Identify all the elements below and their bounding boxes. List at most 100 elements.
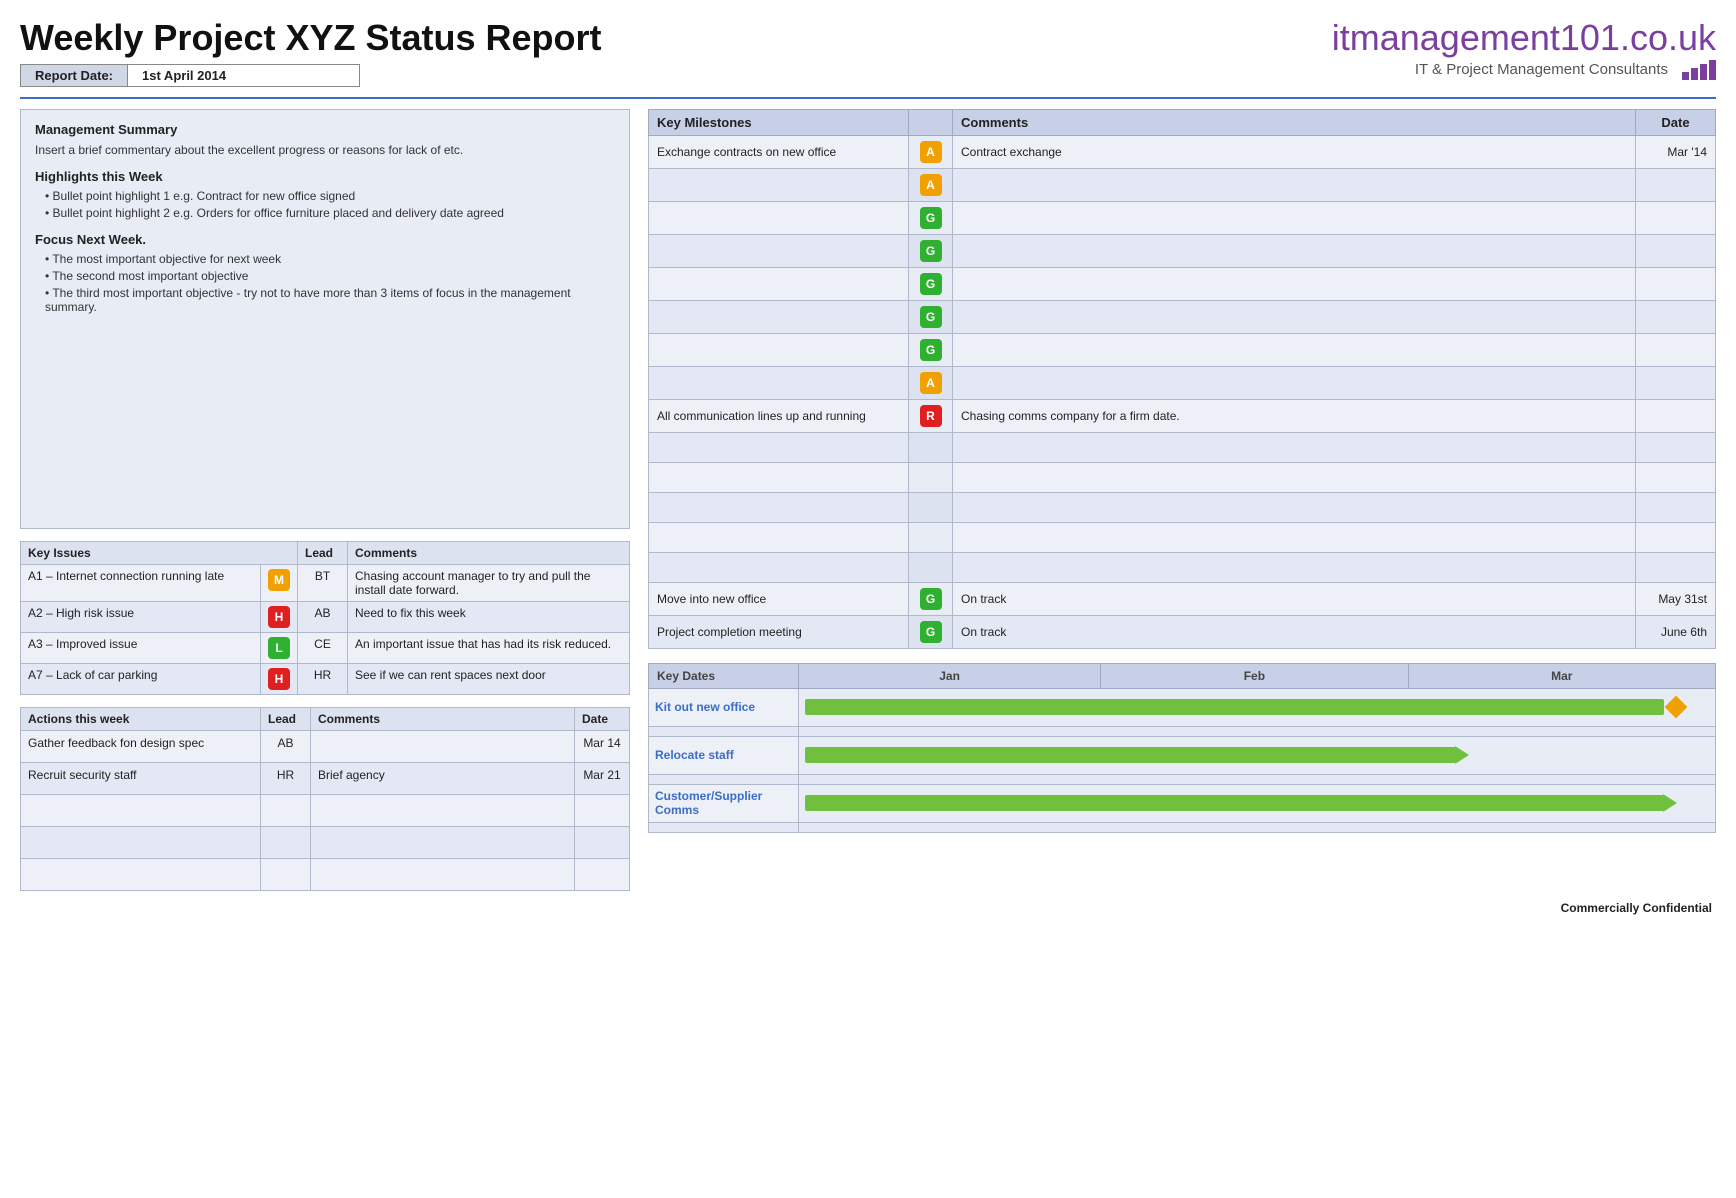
table-row: Recruit security staff HR Brief agency M… bbox=[21, 762, 630, 794]
table-row: A3 – Improved issue L CE An important is… bbox=[21, 632, 630, 663]
table-row: G bbox=[649, 333, 1716, 366]
milestone-comment: On track bbox=[953, 615, 1636, 648]
milestone-name bbox=[649, 552, 909, 582]
gantt-sub-row bbox=[649, 774, 1716, 784]
issue-lead: BT bbox=[298, 564, 348, 601]
milestones-header: Key Milestones bbox=[649, 109, 909, 135]
milestone-date: June 6th bbox=[1636, 615, 1716, 648]
focus-list: The most important objective for next we… bbox=[35, 252, 615, 314]
table-row bbox=[649, 432, 1716, 462]
table-row: A bbox=[649, 168, 1716, 201]
milestone-badge-cell: G bbox=[909, 333, 953, 366]
milestone-date bbox=[1636, 462, 1716, 492]
milestone-badge: A bbox=[920, 141, 942, 163]
milestone-badge-cell bbox=[909, 552, 953, 582]
gantt-section: Key Dates Jan Feb Mar Kit out new office… bbox=[648, 663, 1716, 833]
gantt-row-label: Kit out new office bbox=[649, 688, 799, 726]
milestone-comment bbox=[953, 234, 1636, 267]
milestone-badge-cell bbox=[909, 492, 953, 522]
action-comment bbox=[311, 730, 575, 762]
gantt-bar-cell bbox=[799, 784, 1716, 822]
milestone-badge: G bbox=[920, 339, 942, 361]
table-row: A7 – Lack of car parking H HR See if we … bbox=[21, 663, 630, 694]
list-item: The most important objective for next we… bbox=[45, 252, 615, 266]
milestones-date-header: Date bbox=[1636, 109, 1716, 135]
milestone-badge-cell: G bbox=[909, 615, 953, 648]
milestone-date bbox=[1636, 399, 1716, 432]
action-lead bbox=[261, 794, 311, 826]
gantt-key-dates-header: Key Dates bbox=[649, 663, 799, 688]
issue-comment: An important issue that has had its risk… bbox=[348, 632, 630, 663]
milestone-comment bbox=[953, 333, 1636, 366]
gantt-sub-row bbox=[649, 726, 1716, 736]
list-item: Bullet point highlight 2 e.g. Orders for… bbox=[45, 206, 615, 220]
gantt-mar-header: Mar bbox=[1408, 663, 1715, 688]
action-name: Recruit security staff bbox=[21, 762, 261, 794]
actions-table: Actions this week Lead Comments Date Gat… bbox=[20, 707, 630, 891]
actions-lead-header: Lead bbox=[261, 707, 311, 730]
action-name bbox=[21, 858, 261, 890]
milestone-badge-cell: R bbox=[909, 399, 953, 432]
milestone-name bbox=[649, 522, 909, 552]
gantt-bar-cell bbox=[799, 688, 1716, 726]
milestone-badge: G bbox=[920, 621, 942, 643]
issue-name: A1 – Internet connection running late bbox=[21, 564, 261, 601]
gantt-bar-cell bbox=[799, 736, 1716, 774]
action-date: Mar 21 bbox=[575, 762, 630, 794]
milestone-name bbox=[649, 366, 909, 399]
right-column: Key Milestones Comments Date Exchange co… bbox=[648, 109, 1716, 833]
milestone-name bbox=[649, 333, 909, 366]
action-name bbox=[21, 826, 261, 858]
milestones-status-header bbox=[909, 109, 953, 135]
gantt-arrow bbox=[1663, 794, 1677, 812]
milestone-badge: A bbox=[920, 372, 942, 394]
table-row bbox=[649, 552, 1716, 582]
milestone-comment bbox=[953, 432, 1636, 462]
milestone-comment: Chasing comms company for a firm date. bbox=[953, 399, 1636, 432]
milestone-comment bbox=[953, 300, 1636, 333]
milestone-badge: G bbox=[920, 240, 942, 262]
milestone-date bbox=[1636, 267, 1716, 300]
page: Weekly Project XYZ Status Report Report … bbox=[0, 0, 1736, 1198]
issue-name: A7 – Lack of car parking bbox=[21, 663, 261, 694]
bar-chart-icon bbox=[1682, 60, 1716, 80]
action-date bbox=[575, 794, 630, 826]
issue-name: A3 – Improved issue bbox=[21, 632, 261, 663]
left-column: Management Summary Insert a brief commen… bbox=[20, 109, 630, 891]
milestones-body: Exchange contracts on new office A Contr… bbox=[649, 135, 1716, 648]
report-date-label: Report Date: bbox=[21, 65, 128, 86]
action-date: Mar 14 bbox=[575, 730, 630, 762]
milestone-badge: G bbox=[920, 273, 942, 295]
main-content: Management Summary Insert a brief commen… bbox=[20, 109, 1716, 891]
action-lead bbox=[261, 858, 311, 890]
key-issues-table: Key Issues Lead Comments A1 – Internet c… bbox=[20, 541, 630, 695]
milestone-name: Move into new office bbox=[649, 582, 909, 615]
table-row: G bbox=[649, 201, 1716, 234]
report-date-row: Report Date: 1st April 2014 bbox=[20, 64, 360, 87]
milestone-name bbox=[649, 234, 909, 267]
table-row: Project completion meeting G On track Ju… bbox=[649, 615, 1716, 648]
milestone-date bbox=[1636, 168, 1716, 201]
milestone-name bbox=[649, 492, 909, 522]
key-issues-section: Key Issues Lead Comments A1 – Internet c… bbox=[20, 541, 630, 695]
table-row bbox=[21, 826, 630, 858]
milestone-badge-cell bbox=[909, 462, 953, 492]
brand-name: itmanagement101.co.uk bbox=[1332, 18, 1716, 58]
gantt-row-label: Relocate staff bbox=[649, 736, 799, 774]
page-title: Weekly Project XYZ Status Report bbox=[20, 18, 602, 58]
milestone-badge-cell: A bbox=[909, 168, 953, 201]
action-comment: Brief agency bbox=[311, 762, 575, 794]
milestone-badge: G bbox=[920, 207, 942, 229]
milestone-name bbox=[649, 168, 909, 201]
key-issues-comments-header: Comments bbox=[348, 541, 630, 564]
mgmt-summary-text: Insert a brief commentary about the exce… bbox=[35, 143, 615, 157]
header-left: Weekly Project XYZ Status Report Report … bbox=[20, 18, 602, 87]
issue-lead: HR bbox=[298, 663, 348, 694]
action-date bbox=[575, 826, 630, 858]
action-lead: HR bbox=[261, 762, 311, 794]
table-row bbox=[649, 492, 1716, 522]
table-row: Gather feedback fon design spec AB Mar 1… bbox=[21, 730, 630, 762]
milestone-comment bbox=[953, 462, 1636, 492]
milestone-date bbox=[1636, 432, 1716, 462]
gantt-feb-header: Feb bbox=[1101, 663, 1408, 688]
